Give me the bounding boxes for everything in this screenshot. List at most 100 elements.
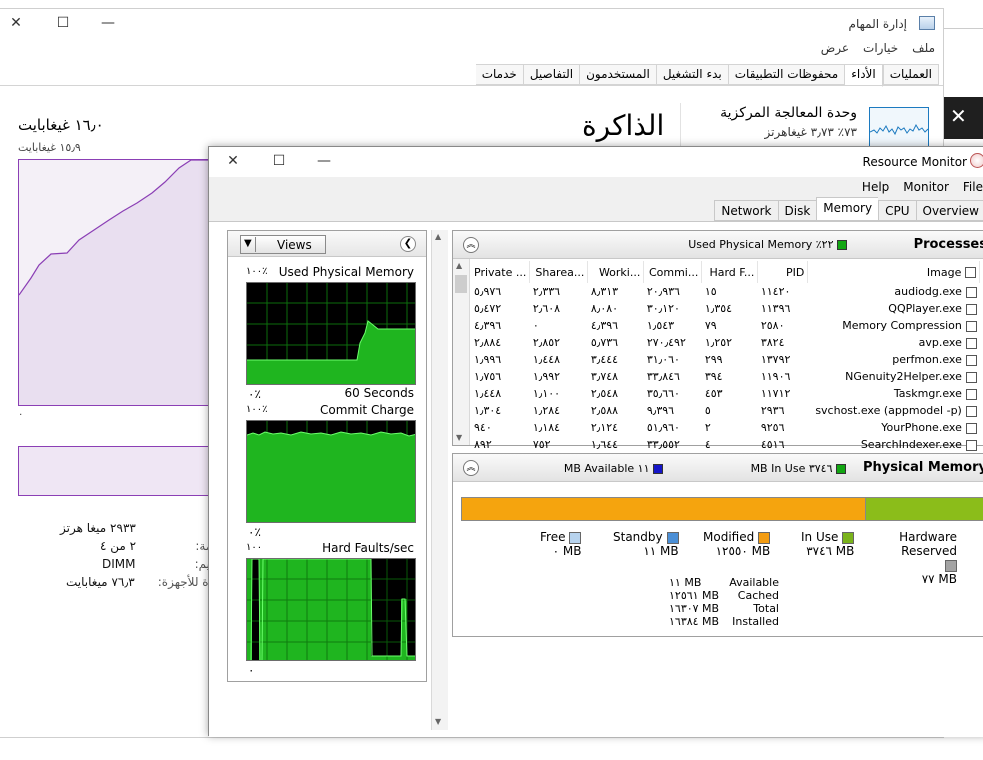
scroll-up-icon[interactable]: ▲ <box>435 232 441 241</box>
tab-performance[interactable]: الأداء <box>845 64 883 87</box>
process-checkbox[interactable] <box>965 286 977 298</box>
table-row[interactable]: ١٫٩٩٦ ١٫٤٤٨ ٣٫٤٤٤ ٣١٫٠٦٠ ٢٩٩ ١٣٧٩٢ perfmon.exe <box>471 351 980 368</box>
graph-used-memory-min: ٠٪ <box>248 387 261 401</box>
table-cell: ١٫٢٥٢ <box>704 336 733 349</box>
process-checkbox[interactable] <box>965 405 977 417</box>
menu-help[interactable]: Help <box>862 180 889 194</box>
table-cell: ٣١٫٠٦٠ <box>646 353 680 366</box>
table-cell: ١٫٤٤٨ <box>474 387 502 400</box>
tab-services[interactable]: خدمات <box>475 64 524 85</box>
table-cell: ١٫٣٥٤ <box>704 302 733 315</box>
process-checkbox[interactable] <box>965 303 977 315</box>
close-icon[interactable]: ✕ <box>225 153 241 169</box>
legend-standby: Standby ١١ MB <box>613 530 679 558</box>
menu-options[interactable]: خيارات <box>863 41 898 55</box>
legend-hardware-reserved: Hardware Reserved ٧٧ MB <box>887 530 957 586</box>
menu-file[interactable]: ملف <box>912 41 935 55</box>
table-row[interactable]: ٥٫٩٧٦ ٢٫٣٣٦ ٨٫٣١٣ ٢٠٫٩٣٦ ١٥ ١١٤٢٠ audiodg.exe <box>471 283 980 300</box>
content-scrollbar[interactable]: ▲ ▼ <box>431 230 448 730</box>
table-cell-image: Memory Compression <box>808 317 980 334</box>
menu-monitor[interactable]: Monitor <box>903 180 949 194</box>
collapse-section-icon[interactable]: ︽ <box>463 237 479 253</box>
tab-overview[interactable]: Overview <box>915 200 983 221</box>
close-icon[interactable]: ✕ <box>8 15 24 31</box>
table-cell: ١٫٤٤٨ <box>532 353 561 366</box>
processes-header[interactable]: ︽ ٢٢٪ Used Physical Memory Processes <box>453 231 983 259</box>
collapse-section-icon[interactable]: ︽ <box>463 460 479 476</box>
column-pid[interactable]: PID <box>757 261 809 283</box>
collapse-panel-icon[interactable]: ❮ <box>400 236 416 252</box>
table-row[interactable]: ١٫٧٥٦ ١٫٩٩٢ ٣٫٧٤٨ ٣٣٫٨٤٦ ٣٩٤ ١١٩٠٦ NGenuity2He… <box>471 368 980 385</box>
stat-form-factor-value: DIMM <box>102 557 136 571</box>
tab-details[interactable]: التفاصيل <box>523 64 581 85</box>
table-row[interactable]: ١٫٤٤٨ ١٫١٠٠ ٢٫٥٤٨ ٣٥٫٦٦٠ ٤٥٣ ١١٧١٢ Taskmgr.exe <box>471 385 980 402</box>
column-shareable[interactable]: Sharea... <box>529 261 589 283</box>
process-checkbox[interactable] <box>965 388 977 400</box>
close-icon[interactable]: ✕ <box>950 106 967 126</box>
table-cell: ٤٫٣٩٦ <box>590 319 619 332</box>
process-checkbox[interactable] <box>965 320 977 332</box>
minimize-icon[interactable]: — <box>316 153 332 169</box>
table-cell: ٣٠٫١٢٠ <box>646 302 680 315</box>
tab-app-history[interactable]: محفوظات التطبيقات <box>728 64 846 85</box>
tab-network[interactable]: Network <box>714 200 778 221</box>
process-checkbox[interactable] <box>965 354 977 366</box>
physical-memory-header[interactable]: ︽ ١١ MB Available ٣٧٤٦ MB In Use Physica… <box>453 454 983 482</box>
legend-modified: Modified ١٢٥٥٠ MB <box>703 530 771 558</box>
minimize-icon[interactable]: — <box>100 15 116 31</box>
table-row[interactable]: ٤٫٣٩٦ ٠ ٤٫٣٩٦ ١٫٥٤٣ ٧٩ ٢٥٨٠ Memory Compression <box>471 317 980 334</box>
select-all-checkbox[interactable] <box>965 267 977 278</box>
graph-hard-faults <box>246 558 416 661</box>
memory-heading: الذاكرة <box>582 109 665 142</box>
process-checkbox[interactable] <box>965 422 977 434</box>
processes-scrollbar[interactable]: ▲ ▼ <box>453 259 470 445</box>
graph-used-memory-title: Used Physical Memory <box>278 265 414 279</box>
task-manager-titlebar: ✕ ☐ — إدارة المهام <box>0 9 943 39</box>
table-row[interactable]: ٥٫٤٧٢ ٢٫٦٠٨ ٨٫٠٨٠ ٣٠٫١٢٠ ١٫٣٥٤ ١١٣٩٦ QQPlayer.… <box>471 300 980 317</box>
menu-file[interactable]: File <box>963 180 983 194</box>
tab-cpu[interactable]: CPU <box>878 200 916 221</box>
graph-commit-max: ١٠٠٪ <box>246 404 268 415</box>
legend-modified-value: ١٢٥٥٠ MB <box>715 544 771 558</box>
process-checkbox[interactable] <box>965 439 977 451</box>
tab-startup[interactable]: بدء التشغيل <box>656 64 729 85</box>
column-image[interactable]: Image <box>807 261 981 283</box>
table-cell: ١٥ <box>704 285 717 298</box>
tab-processes[interactable]: العمليات <box>882 64 939 85</box>
tab-memory[interactable]: Memory <box>816 197 879 221</box>
table-row[interactable]: ٨٩٢ ٧٥٢ ١٫٦٤٤ ٣٣٫٥٥٢ ٤ ٤٥١٦ SearchIndexer.exe <box>471 436 980 453</box>
column-private[interactable]: Private ... <box>471 261 531 283</box>
table-cell: ٣٥٫٦٦٠ <box>646 387 680 400</box>
table-cell: ٥٫٧٣٦ <box>590 336 619 349</box>
dropdown-arrow-icon: ▼ <box>244 238 252 249</box>
scroll-thumb[interactable] <box>455 275 467 293</box>
graph-time-span: 60 Seconds <box>344 386 415 400</box>
table-cell: ٤٫٣٩٦ <box>474 319 502 332</box>
table-row[interactable]: ٢٫٨٨٤ ٢٫٨٥٢ ٥٫٧٣٦ ٢٧٠٫٤٩٢ ١٫٢٥٢ ٣٨٢٤ avp.exe <box>471 334 980 351</box>
process-checkbox[interactable] <box>965 371 977 383</box>
legend-in-use-value: ٣٧٤٦ MB <box>806 544 855 558</box>
table-cell: ١٫٦٤٤ <box>590 438 619 451</box>
table-row[interactable]: ٩٤٠ ١٫١٨٤ ٢٫١٢٤ ٥١٫٩٦٠ ٢ ٩٢٥٦ YourPhone.exe <box>471 419 980 436</box>
views-dropdown[interactable]: ▼ Views <box>240 235 326 254</box>
menu-view[interactable]: عرض <box>821 41 849 55</box>
tab-disk[interactable]: Disk <box>777 200 817 221</box>
scroll-up-icon[interactable]: ▲ <box>456 261 462 270</box>
maximize-icon[interactable]: ☐ <box>271 153 287 169</box>
tab-users[interactable]: المستخدمون <box>580 64 657 85</box>
resource-monitor-tabs: Network Disk Memory CPU Overview <box>714 197 983 221</box>
stat-speed-value: ٢٩٣٣ ميغا هرتز <box>60 521 136 535</box>
graph-commit-title: Commit Charge <box>319 403 414 417</box>
process-checkbox[interactable] <box>965 337 977 349</box>
table-row[interactable]: ١٫٣٠٤ ١٫٢٨٤ ٢٫٥٨٨ ٩٫٣٩٦ ٥ ٢٩٣٦ svchost.exe (ap… <box>471 402 980 419</box>
table-cell: ٣٫٧٤٨ <box>590 370 619 383</box>
column-commit[interactable]: Commi... <box>643 261 703 283</box>
scroll-down-icon[interactable]: ▼ <box>435 717 441 726</box>
table-cell: ٣٩٤ <box>704 370 723 383</box>
stat-slots: ستخدمة: ٢ من ٤ <box>100 539 240 553</box>
column-working[interactable]: Worki... <box>587 261 645 283</box>
column-hard-faults[interactable]: Hard F... <box>701 261 759 283</box>
scroll-down-icon[interactable]: ▼ <box>456 433 462 442</box>
maximize-icon[interactable]: ☐ <box>55 15 71 31</box>
resource-monitor-window: ✕ ☐ — Resource Monitor Help Monitor File… <box>208 146 983 737</box>
